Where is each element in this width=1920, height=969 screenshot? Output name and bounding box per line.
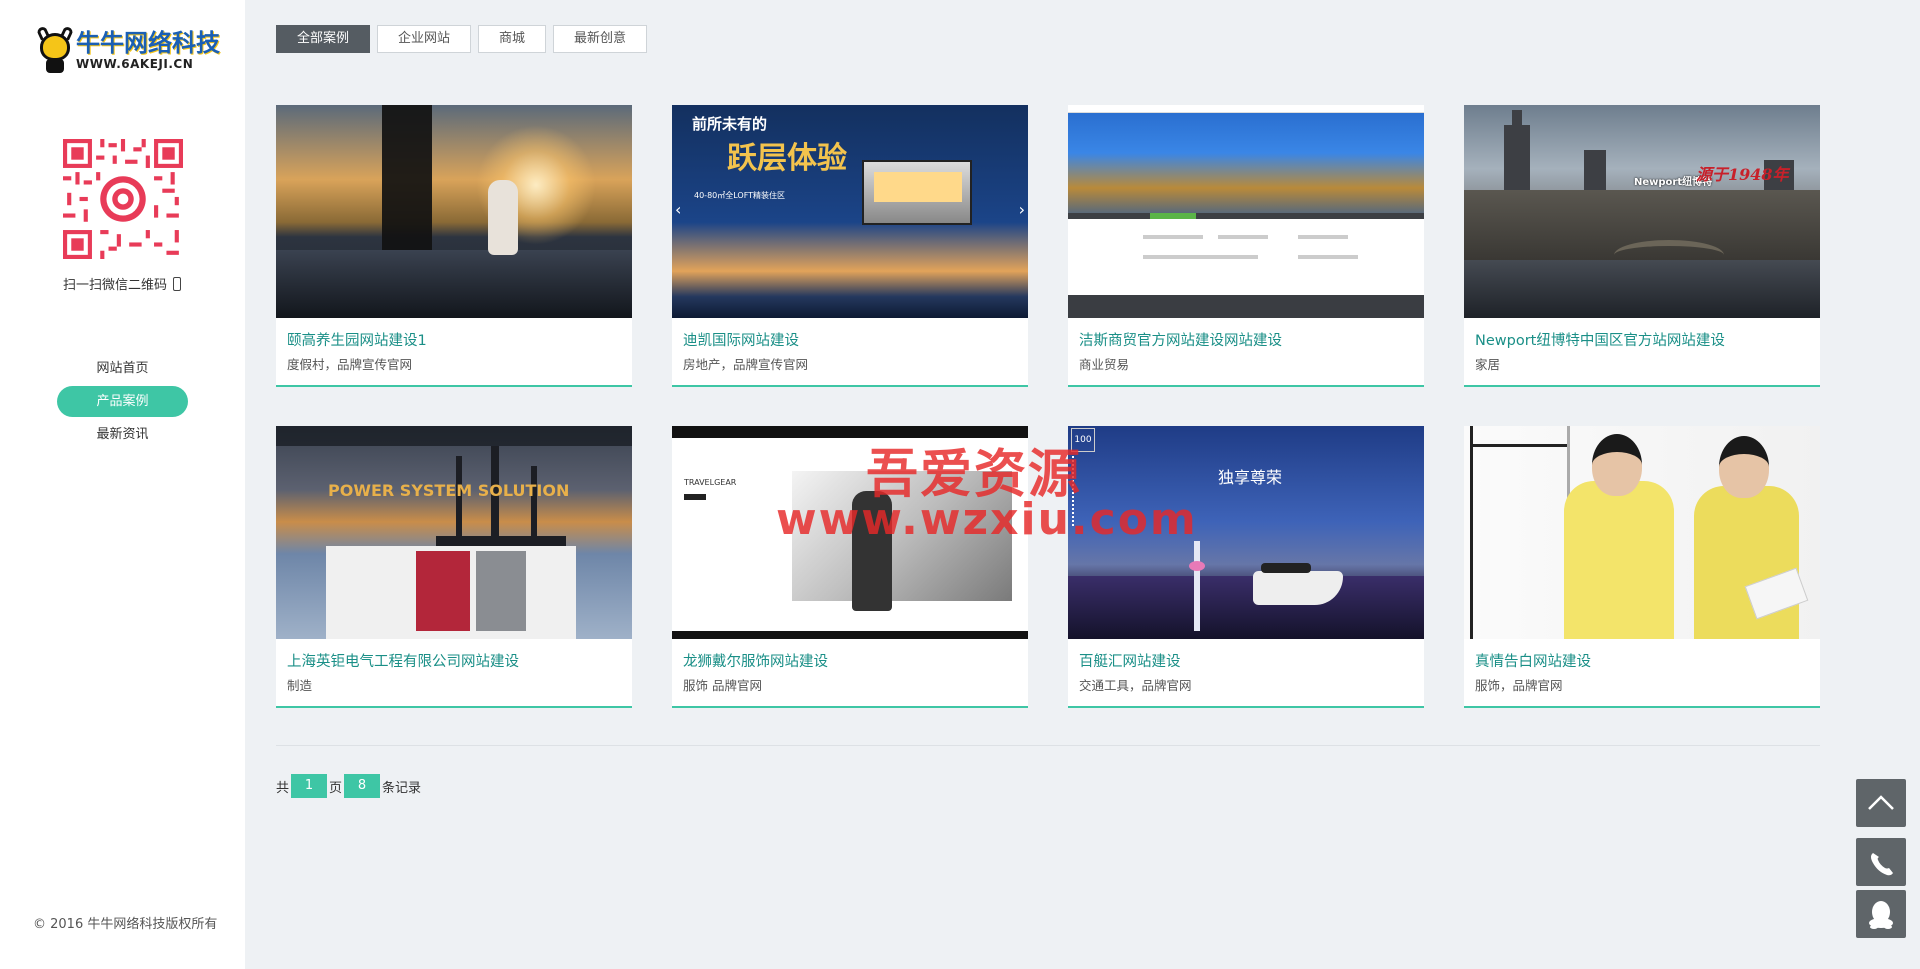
- case-title[interactable]: 洁斯商贸官方网站建设网站建设: [1079, 329, 1282, 350]
- thumb-tagline: 源于1948年: [1696, 165, 1789, 184]
- case-tags: 制造: [287, 678, 313, 693]
- nav-item-news[interactable]: 最新资讯: [57, 419, 188, 450]
- tab-corporate-sites[interactable]: 企业网站: [377, 25, 472, 53]
- case-title[interactable]: Newport纽博特中国区官方站网站建设: [1475, 329, 1725, 350]
- case-title[interactable]: 颐高养生园网站建设1: [287, 329, 427, 350]
- thumb-headline: 独享尊荣: [1218, 468, 1283, 487]
- pagination-mid: 页: [329, 780, 343, 796]
- logo-domain: WWW.6AKEJI.CN: [76, 56, 194, 71]
- qq-button[interactable]: [1856, 890, 1906, 938]
- tab-shop[interactable]: 商城: [478, 25, 547, 53]
- chevron-right-icon: ›: [1018, 200, 1025, 219]
- case-thumbnail[interactable]: [1068, 105, 1424, 318]
- tab-all-cases[interactable]: 全部案例: [276, 25, 371, 53]
- mobile-phone-icon: [173, 276, 182, 291]
- case-tags: 房地产，品牌宣传官网: [683, 357, 809, 372]
- pagination-suffix: 条记录: [382, 780, 422, 796]
- logo-title: 牛牛网络科技: [76, 28, 220, 57]
- case-thumbnail[interactable]: POWER SYSTEM SOLUTION: [276, 426, 632, 639]
- back-to-top-button[interactable]: [1856, 779, 1906, 827]
- case-tags: 家居: [1475, 357, 1501, 372]
- divider: [276, 745, 1820, 746]
- nav-item-home[interactable]: 网站首页: [57, 353, 188, 384]
- sidebar: 牛牛网络科技 WWW.6AKEJI.CN 扫一扫微信二维码 网站首页 产品案例 …: [0, 0, 245, 969]
- site-logo[interactable]: 牛牛网络科技 WWW.6AKEJI.CN: [35, 24, 221, 76]
- thumb-headline: POWER SYSTEM SOLUTION: [328, 481, 570, 500]
- case-card[interactable]: 前所未有的 跃层体验 40-80㎡全LOFT精装住区 ‹ › 迪凯国际网站建设 …: [672, 105, 1028, 387]
- case-thumbnail[interactable]: [1464, 426, 1820, 639]
- phone-icon: [1871, 853, 1893, 876]
- case-card[interactable]: 颐高养生园网站建设1 度假村，品牌宣传官网: [276, 105, 632, 387]
- case-tags: 交通工具，品牌官网: [1079, 678, 1192, 693]
- case-tags: 服饰，品牌官网: [1475, 678, 1563, 693]
- phone-button[interactable]: [1856, 838, 1906, 886]
- case-card[interactable]: Newport纽博特 源于1948年 Newport纽博特中国区官方站网站建设 …: [1464, 105, 1820, 387]
- page-count[interactable]: 1: [291, 774, 328, 798]
- watermark-url: www.wzxiu.com: [776, 494, 1198, 545]
- tab-latest-creative[interactable]: 最新创意: [553, 25, 648, 53]
- case-title[interactable]: 龙狮戴尔服饰网站建设: [683, 650, 828, 671]
- copyright: © 2016 牛牛网络科技版权所有: [33, 917, 218, 932]
- wechat-qr-code: [63, 139, 183, 259]
- case-tags: 服饰 品牌官网: [683, 678, 762, 693]
- thumb-subtext: 40-80㎡全LOFT精装住区: [694, 191, 786, 200]
- thumb-headline: TRAVELGEAR: [684, 478, 737, 487]
- nav-item-cases[interactable]: 产品案例: [57, 386, 188, 417]
- sidebar-nav: 网站首页 产品案例 最新资讯: [57, 353, 188, 452]
- category-tabs: 全部案例 企业网站 商城 最新创意: [276, 25, 648, 53]
- qq-penguin-icon: [1869, 901, 1893, 929]
- case-thumbnail[interactable]: [276, 105, 632, 318]
- case-card[interactable]: 100 独享尊荣 百艇汇网站建设 交通工具，品牌官网: [1068, 426, 1424, 708]
- case-card[interactable]: POWER SYSTEM SOLUTION 上海英钜电气工程有限公司网站建设 制…: [276, 426, 632, 708]
- pagination-prefix: 共: [276, 780, 290, 796]
- pagination: 共 1 页 8 条记录: [276, 774, 421, 798]
- thumb-headline-large: 跃层体验: [727, 141, 847, 176]
- case-thumbnail[interactable]: Newport纽博特 源于1948年: [1464, 105, 1820, 318]
- case-title[interactable]: 百艇汇网站建设: [1079, 650, 1181, 671]
- bull-mascot-icon: [35, 25, 75, 75]
- case-title[interactable]: 迪凯国际网站建设: [683, 329, 799, 350]
- chevron-up-icon: [1868, 795, 1894, 810]
- case-title[interactable]: 上海英钜电气工程有限公司网站建设: [287, 650, 519, 671]
- chevron-left-icon: ‹: [675, 200, 682, 219]
- case-card[interactable]: 真情告白网站建设 服饰，品牌官网: [1464, 426, 1820, 708]
- qr-caption: 扫一扫微信二维码: [63, 274, 182, 293]
- record-count: 8: [344, 774, 381, 798]
- case-card[interactable]: 洁斯商贸官方网站建设网站建设 商业贸易: [1068, 105, 1424, 387]
- qr-caption-text: 扫一扫微信二维码: [63, 278, 168, 293]
- case-tags: 商业贸易: [1079, 357, 1130, 372]
- thumb-headline: 前所未有的: [692, 115, 768, 133]
- case-thumbnail[interactable]: 前所未有的 跃层体验 40-80㎡全LOFT精装住区 ‹ ›: [672, 105, 1028, 318]
- case-title[interactable]: 真情告白网站建设: [1475, 650, 1591, 671]
- case-tags: 度假村，品牌宣传官网: [287, 357, 413, 372]
